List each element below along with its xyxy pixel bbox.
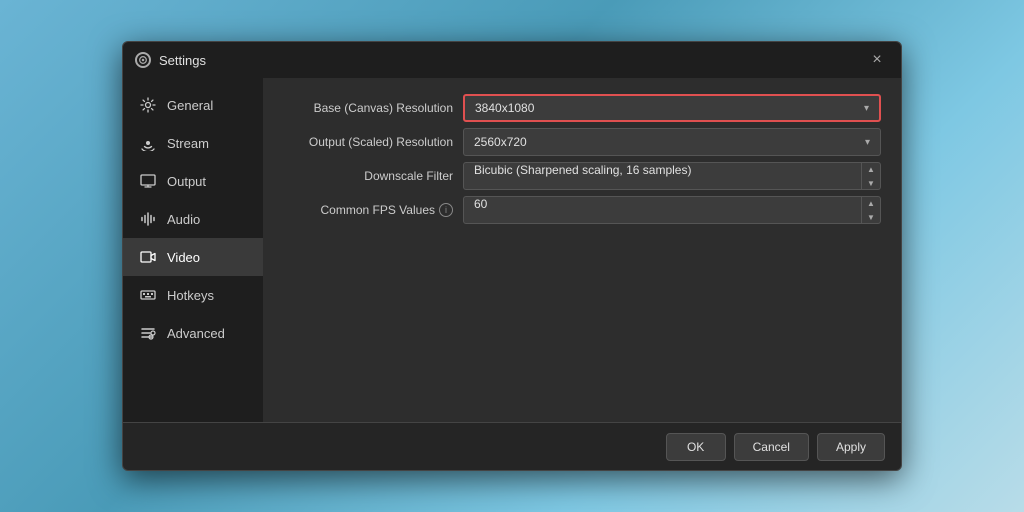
base-resolution-row: Base (Canvas) Resolution 3840x1080 ▾	[283, 94, 881, 122]
sidebar-item-output[interactable]: Output	[123, 162, 263, 200]
output-resolution-label: Output (Scaled) Resolution	[283, 135, 463, 149]
output-icon	[139, 172, 157, 190]
downscale-filter-control[interactable]: Bicubic (Sharpened scaling, 16 samples) …	[463, 162, 881, 190]
sidebar-label-advanced: Advanced	[167, 326, 225, 341]
stream-icon	[139, 134, 157, 152]
apply-button[interactable]: Apply	[817, 433, 885, 461]
base-resolution-dropdown-arrow: ▾	[864, 103, 869, 114]
sidebar-item-video[interactable]: Video	[123, 238, 263, 276]
base-resolution-value: 3840x1080	[475, 101, 534, 115]
fps-label-group: Common FPS Values i	[283, 203, 463, 217]
sidebar-label-video: Video	[167, 250, 200, 265]
sidebar-label-general: General	[167, 98, 213, 113]
downscale-filter-value: Bicubic (Sharpened scaling, 16 samples)	[464, 163, 861, 189]
advanced-icon	[139, 324, 157, 342]
gear-icon	[139, 96, 157, 114]
output-resolution-select[interactable]: 2560x720 ▾	[463, 128, 881, 156]
fps-label: Common FPS Values	[321, 203, 436, 217]
downscale-filter-arrows: ▲ ▼	[861, 162, 880, 190]
main-content: Base (Canvas) Resolution 3840x1080 ▾ Out…	[263, 78, 901, 422]
fps-down[interactable]: ▼	[862, 210, 880, 224]
sidebar-item-general[interactable]: General	[123, 86, 263, 124]
sidebar: General Stream Output	[123, 78, 263, 422]
ok-button[interactable]: OK	[666, 433, 726, 461]
sidebar-item-audio[interactable]: Audio	[123, 200, 263, 238]
fps-row: Common FPS Values i 60 ▲ ▼	[283, 196, 881, 224]
cancel-button[interactable]: Cancel	[734, 433, 809, 461]
title-bar-left: Settings	[135, 52, 206, 68]
sidebar-label-stream: Stream	[167, 136, 209, 151]
fps-arrows: ▲ ▼	[861, 196, 880, 224]
fps-info-icon[interactable]: i	[439, 203, 453, 217]
output-resolution-row: Output (Scaled) Resolution 2560x720 ▾	[283, 128, 881, 156]
base-resolution-label: Base (Canvas) Resolution	[283, 101, 463, 115]
settings-dialog: Settings × General	[122, 41, 902, 471]
fps-control[interactable]: 60 ▲ ▼	[463, 196, 881, 224]
sidebar-item-stream[interactable]: Stream	[123, 124, 263, 162]
sidebar-label-hotkeys: Hotkeys	[167, 288, 214, 303]
downscale-filter-down[interactable]: ▼	[862, 176, 880, 190]
sidebar-label-audio: Audio	[167, 212, 200, 227]
dialog-icon	[135, 52, 151, 68]
sidebar-label-output: Output	[167, 174, 206, 189]
video-icon	[139, 248, 157, 266]
downscale-filter-row: Downscale Filter Bicubic (Sharpened scal…	[283, 162, 881, 190]
output-resolution-value: 2560x720	[474, 135, 527, 149]
fps-value: 60	[464, 197, 861, 223]
dialog-footer: OK Cancel Apply	[123, 422, 901, 470]
dialog-title: Settings	[159, 53, 206, 68]
close-button[interactable]: ×	[865, 48, 889, 72]
title-bar: Settings ×	[123, 42, 901, 78]
hotkeys-icon	[139, 286, 157, 304]
audio-icon	[139, 210, 157, 228]
output-resolution-dropdown-arrow: ▾	[865, 137, 870, 148]
downscale-filter-label: Downscale Filter	[283, 169, 463, 183]
dialog-body: General Stream Output	[123, 78, 901, 422]
base-resolution-select[interactable]: 3840x1080 ▾	[463, 94, 881, 122]
downscale-filter-up[interactable]: ▲	[862, 162, 880, 176]
fps-up[interactable]: ▲	[862, 196, 880, 210]
sidebar-item-advanced[interactable]: Advanced	[123, 314, 263, 352]
sidebar-item-hotkeys[interactable]: Hotkeys	[123, 276, 263, 314]
